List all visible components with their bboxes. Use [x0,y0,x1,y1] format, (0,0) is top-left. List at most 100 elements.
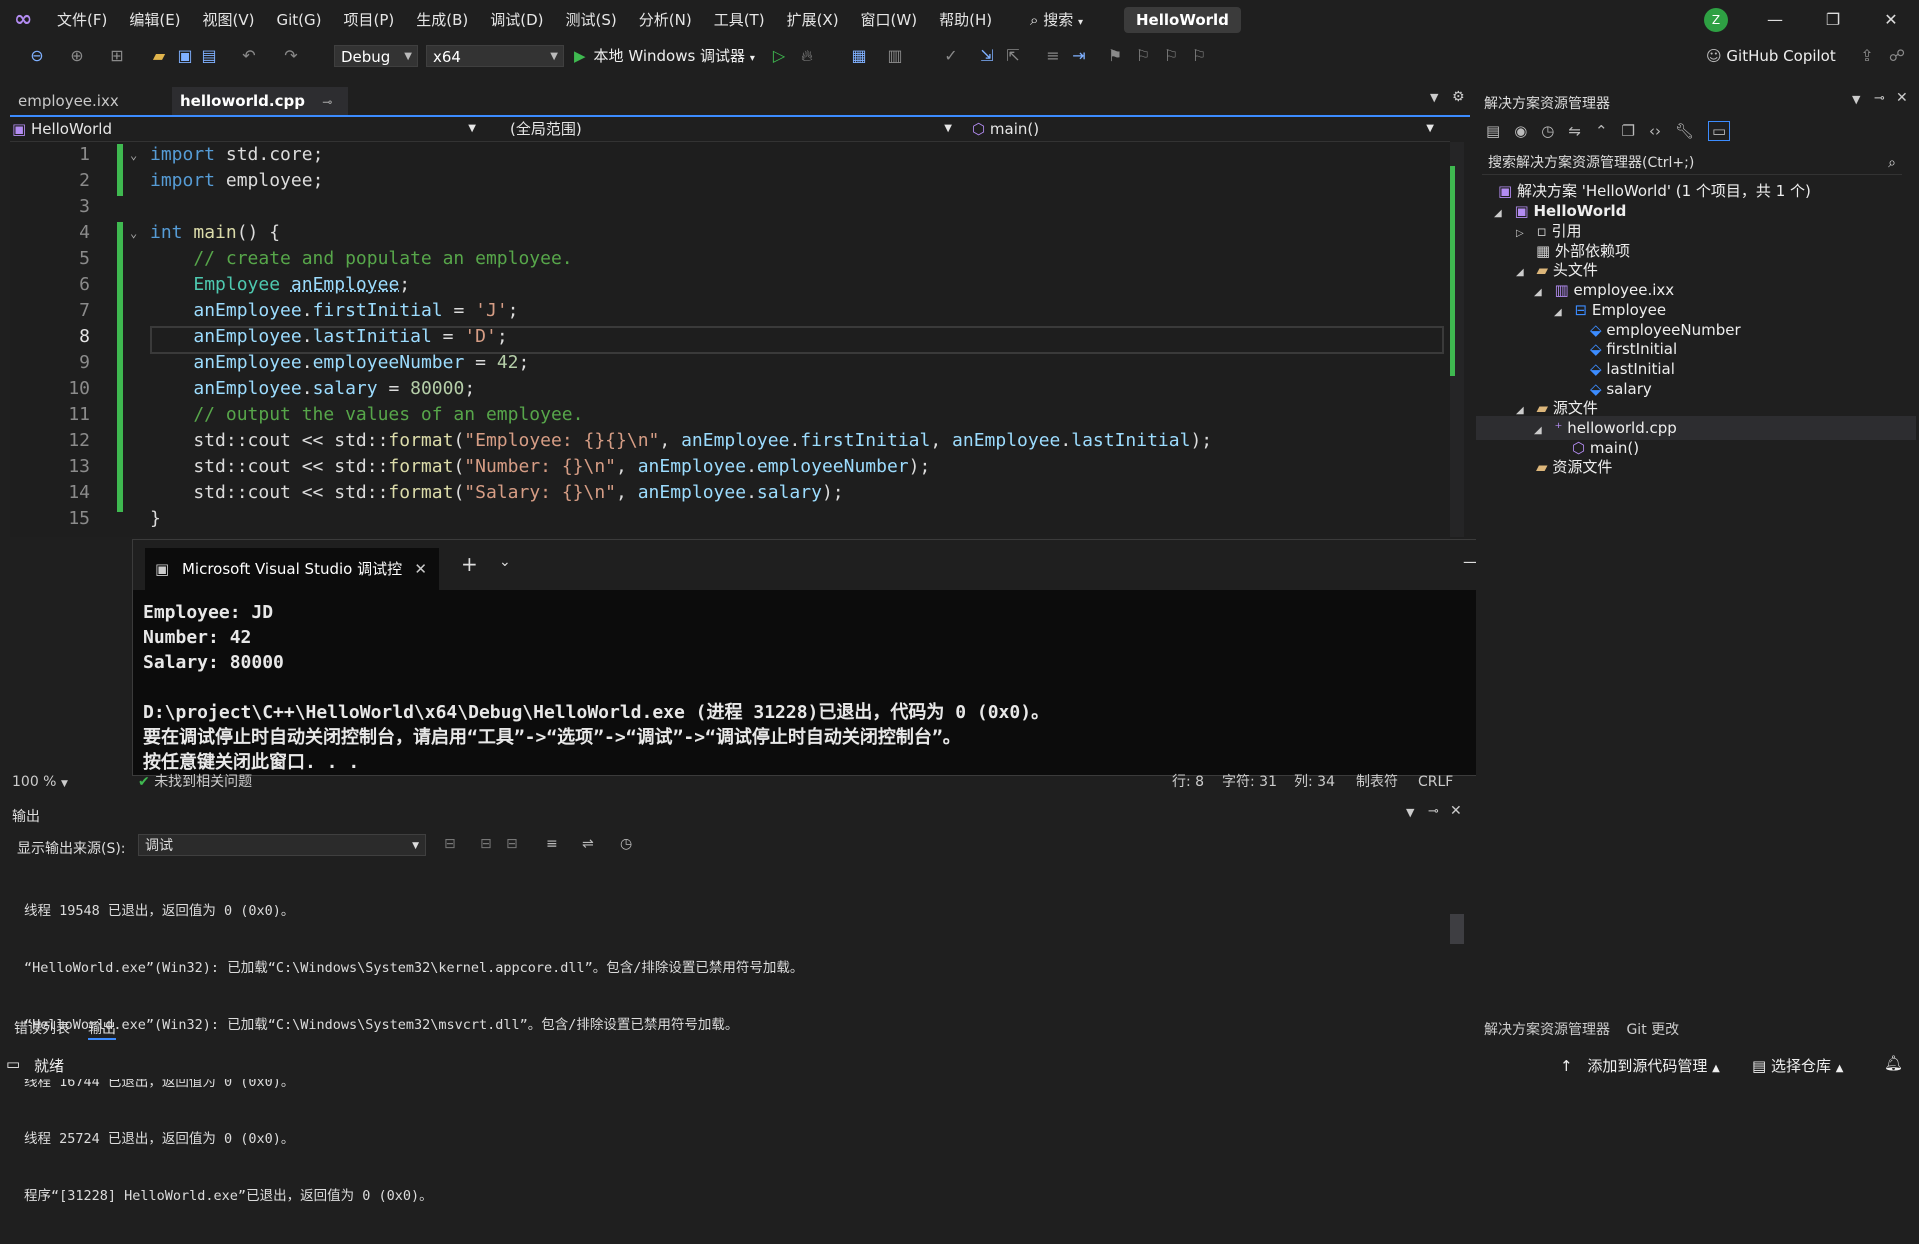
pending-changes-icon[interactable]: ◷ [1541,122,1554,140]
issues-indicator[interactable]: ✔ 未找到相关问题 [138,771,252,793]
start-without-debugging-icon[interactable]: ▷ [768,45,790,67]
new-tab-icon[interactable]: + [461,552,478,576]
menu-window[interactable]: 窗口(W) [850,0,929,40]
clear-all-icon[interactable]: ≡ [546,836,558,852]
editor-scrollbar[interactable] [1450,142,1464,537]
scope-dropdown[interactable]: (全局范围) ▼ [510,117,958,141]
panel-dropdown-icon[interactable]: ▼ [1852,93,1860,106]
output-source-select[interactable]: 调试 ▼ [138,834,426,856]
close-icon[interactable]: ✕ [1896,90,1908,106]
next-message-icon[interactable]: ⊟ [506,836,518,852]
minimize-button[interactable]: — [1760,8,1790,32]
search-button[interactable]: ⌕ 搜索 ▾ [1030,9,1083,31]
collapse-all-icon[interactable]: ⌃ [1595,122,1608,140]
hot-reload-icon[interactable]: 🔥︎ [796,45,818,67]
chevron-down-icon[interactable]: ⌄ [499,554,511,570]
new-project-icon[interactable]: ⊞ [106,45,128,67]
menu-project[interactable]: 项目(P) [333,0,406,40]
line-indicator[interactable]: 行: 8 [1172,771,1204,793]
home-icon[interactable]: ◉ [1514,122,1527,140]
tree-node-field[interactable]: ⬙ salary [1590,377,1652,401]
pin-icon[interactable]: ⊸ [322,95,332,109]
save-icon[interactable]: ▣ [174,45,196,67]
tree-node-resource-files[interactable]: ▰ 资源文件 [1536,455,1612,479]
redo-icon[interactable]: ↷ [280,45,302,67]
tab-dropdown-icon[interactable]: ▼ [1430,91,1438,104]
char-indicator[interactable]: 字符: 31 [1222,771,1277,793]
output-window-icon[interactable]: ▭ [6,1055,20,1073]
solution-explorer-search[interactable]: 搜索解决方案资源管理器(Ctrl+;) ⌕ [1482,151,1902,175]
start-debugging-button[interactable]: ▶ 本地 Windows 调试器 ▾ [574,45,755,67]
menu-view[interactable]: 视图(V) [192,0,266,40]
undo-icon[interactable]: ↶ [238,45,260,67]
step-out-icon[interactable]: ⇱ [1002,45,1024,67]
tabs-indicator[interactable]: 制表符 [1356,771,1398,793]
gear-icon[interactable]: ⚙ [1452,89,1465,105]
properties-icon[interactable]: 🔧︎ [1675,122,1694,140]
previous-bookmark-icon[interactable]: ⚐ [1132,45,1154,67]
save-all-icon[interactable]: ▤ [198,45,220,67]
tab-helloworld-cpp[interactable]: helloworld.cpp ⊸ ✕ [172,87,348,139]
zoom-select[interactable]: 100 % ▼ [12,771,68,793]
close-button[interactable]: ✕ [1876,8,1906,32]
indent-icon[interactable]: ≡ [1042,45,1064,67]
tree-node-helloworld-cpp[interactable]: ◢ ⁺ helloworld.cpp [1476,416,1916,440]
menu-edit[interactable]: 编辑(E) [118,0,191,40]
tab-output[interactable]: 输出 [88,1018,116,1040]
sync-icon[interactable]: ⇋ [1568,122,1581,140]
tab-error-list[interactable]: 错误列表 [14,1018,70,1038]
menu-git[interactable]: Git(G) [266,0,333,40]
menu-build[interactable]: 生成(B) [405,0,479,40]
debug-console-window[interactable]: ▣ Microsoft Visual Studio 调试控 ✕ + ⌄ — ☐ … [132,539,1614,776]
add-to-source-control-button[interactable]: ↑ 添加到源代码管理 ▲ [1560,1055,1720,1076]
preview-icon[interactable]: ▭ [1708,121,1731,141]
word-wrap-icon[interactable]: ⇌ [582,836,594,852]
member-dropdown[interactable]: ⬡ main() ▼ [972,117,1440,141]
previous-message-icon[interactable]: ⊟ [480,836,492,852]
switch-views-icon[interactable]: ▤ [1486,122,1500,140]
platform-select[interactable]: x64 ▼ [426,45,564,67]
panel-dropdown-icon[interactable]: ▼ [1406,806,1414,819]
outdent-icon[interactable]: ⇥ [1068,45,1090,67]
project-dropdown[interactable]: ▣ HelloWorld ▼ [12,117,482,141]
step-icon[interactable]: ⇲ [976,45,998,67]
back-icon[interactable]: ⊖ [26,45,48,67]
column-indicator[interactable]: 列: 34 [1294,771,1335,793]
menu-analyze[interactable]: 分析(N) [628,0,703,40]
tab-solution-explorer[interactable]: 解决方案资源管理器 [1484,1022,1610,1038]
build-icon[interactable]: ▥ [884,45,906,67]
clear-bookmarks-icon[interactable]: ⚐ [1188,45,1210,67]
notifications-bell-icon[interactable]: 🔔︎ [1884,1054,1903,1072]
pin-icon[interactable]: ⊸ [1874,91,1885,106]
forward-icon[interactable]: ⊕ [66,45,88,67]
github-copilot-button[interactable]: ☺ GitHub Copilot [1706,45,1836,67]
feedback-icon[interactable]: ☍ [1886,45,1908,67]
pin-icon[interactable]: ⊸ [1428,804,1439,819]
eol-indicator[interactable]: CRLF [1418,771,1453,793]
menu-file[interactable]: 文件(F) [46,0,118,40]
clock-icon[interactable]: ◷ [620,836,632,852]
solution-explorer-icon[interactable]: ▦ [848,45,870,67]
restore-button[interactable]: ❐ [1818,8,1848,32]
code-editor[interactable]: ⌄ ⌄ 1 import std.core; 2 import employee… [10,142,1464,537]
show-all-files-icon[interactable]: ❐ [1622,122,1635,140]
view-code-icon[interactable]: ‹› [1649,122,1661,140]
menu-test[interactable]: 测试(S) [555,0,628,40]
menu-debug[interactable]: 调试(D) [479,0,554,40]
menu-extensions[interactable]: 扩展(X) [776,0,850,40]
configuration-select[interactable]: Debug ▼ [334,45,418,67]
next-bookmark-icon[interactable]: ⚐ [1160,45,1182,67]
close-icon[interactable]: ✕ [414,548,427,590]
spellcheck-icon[interactable]: ✓ [940,45,962,67]
scrollbar-thumb[interactable] [1450,914,1464,944]
select-repository-button[interactable]: ▤ 选择仓库 ▲ [1752,1055,1843,1076]
tab-git-changes[interactable]: Git 更改 [1626,1022,1679,1038]
find-in-output-icon[interactable]: ⊟ [444,836,456,852]
open-folder-icon[interactable]: ▰ [148,45,170,67]
output-scrollbar[interactable] [1450,864,1464,994]
console-tab[interactable]: ▣ Microsoft Visual Studio 调试控 ✕ [145,548,439,590]
menu-tools[interactable]: 工具(T) [703,0,776,40]
avatar[interactable]: Z [1704,8,1728,32]
close-icon[interactable]: ✕ [1450,803,1462,819]
tab-employee-ixx[interactable]: employee.ixx [10,87,127,115]
